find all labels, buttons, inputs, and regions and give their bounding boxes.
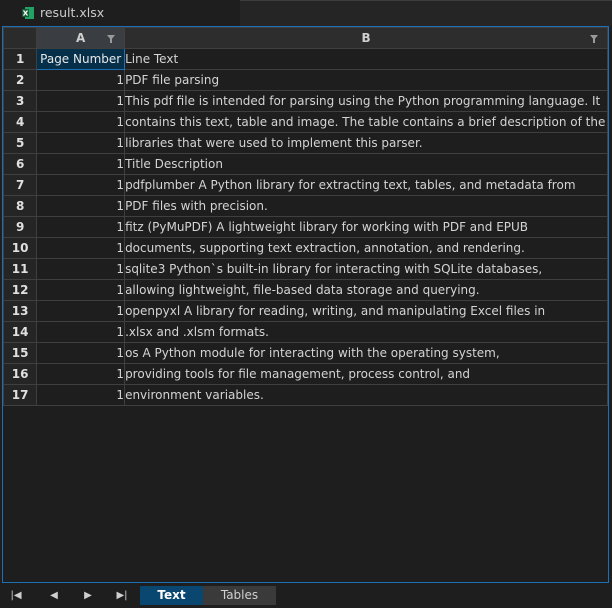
row-header[interactable]: 1 [2,48,38,70]
cell-page-number[interactable]: 1 [36,258,126,280]
table-row: 16 1 providing tools for file management, … [2,363,608,385]
table-row: 11 1 sqlite3 Python`s built-in library for… [2,258,608,280]
row-header[interactable]: 10 [2,237,38,259]
cell-page-number[interactable]: 1 [36,153,126,175]
row-header[interactable]: 6 [2,153,38,175]
column-letter: B [361,31,371,45]
cell-page-number[interactable]: 1 [36,342,126,364]
table-row: 5 1 libraries that were used to implement … [2,132,608,154]
row-header[interactable]: 15 [2,342,38,364]
row-header[interactable]: 2 [2,69,38,91]
cell-page-number[interactable]: 1 [36,384,126,406]
file-tab-result-xlsx[interactable]: result.xlsx [0,0,240,27]
row-header[interactable]: 14 [2,321,38,343]
row-header[interactable]: 3 [2,90,38,112]
cell-page-number[interactable]: 1 [36,300,126,322]
cell-page-number[interactable]: 1 [36,90,126,112]
cell-line-text[interactable]: fitz (PyMuPDF) A lightweight library for… [124,216,608,238]
excel-file-icon [22,7,34,19]
table-row: 14 1 .xlsx and .xlsm formats. [2,321,608,343]
cell-page-number[interactable]: 1 [36,111,126,133]
cell-page-number[interactable]: 1 [36,69,126,91]
cell-line-text[interactable]: openpyxl A library for reading, writing,… [124,300,608,322]
row-header[interactable]: 11 [2,258,38,280]
table-row: 15 1 os A Python module for interacting wi… [2,342,608,364]
cell-page-number[interactable]: 1 [36,174,126,196]
cell-line-text[interactable]: libraries that were used to implement th… [124,132,608,154]
selected-cell-a1[interactable]: Page Number [36,48,126,70]
cell-line-text[interactable]: PDF file parsing [124,69,608,91]
cell-line-text[interactable]: environment variables. [124,384,608,406]
column-letter: A [76,31,86,45]
table-row: 10 1 documents, supporting text extraction… [2,237,608,259]
cell-page-number[interactable]: 1 [36,279,126,301]
filter-icon[interactable] [590,35,598,43]
spreadsheet-grid[interactable]: A B 1 Page Number Line Text 2 1 PDF file pars… [2,26,609,583]
cell-page-number[interactable]: 1 [36,216,126,238]
row-header[interactable]: 16 [2,363,38,385]
sheet-tab-text[interactable]: Text [140,586,203,605]
tab-bar-divider [240,0,612,1]
cell-line-text[interactable]: pdfplumber A Python library for extracti… [124,174,608,196]
cell-page-number[interactable]: 1 [36,363,126,385]
row-header[interactable]: 5 [2,132,38,154]
table-row: 3 1 This pdf file is intended for parsing … [2,90,608,112]
row-header[interactable]: 12 [2,279,38,301]
sheet-tab-tables[interactable]: Tables [203,586,276,605]
cell-line-text[interactable]: documents, supporting text extraction, a… [124,237,608,259]
cell-line-text[interactable]: Title Description [124,153,608,175]
cell-line-text[interactable]: allowing lightweight, file-based data st… [124,279,608,301]
cell-line-text[interactable]: PDF files with precision. [124,195,608,217]
cell-line-text[interactable]: sqlite3 Python`s built-in library for in… [124,258,608,280]
row-header[interactable]: 17 [2,384,38,406]
table-row: 13 1 openpyxl A library for reading, writi… [2,300,608,322]
row-header[interactable]: 4 [2,111,38,133]
first-sheet-icon[interactable]: |◀ [9,589,23,603]
table-row: 1 Page Number Line Text [2,48,608,70]
cell-line-text[interactable]: os A Python module for interacting with … [124,342,608,364]
cell-page-number[interactable]: 1 [36,195,126,217]
last-sheet-icon[interactable]: ▶| [115,589,129,603]
column-header-a[interactable]: A [36,27,126,49]
row-header[interactable]: 7 [2,174,38,196]
cell-line-text[interactable]: .xlsx and .xlsm formats. [124,321,608,343]
sheet-tab-bar: |◀ ◀ ▶ ▶| Text Tables [0,583,612,608]
row-header[interactable]: 13 [2,300,38,322]
select-all-corner[interactable] [2,27,38,49]
cell-page-number[interactable]: 1 [36,321,126,343]
row-header[interactable]: 9 [2,216,38,238]
table-row: 9 1 fitz (PyMuPDF) A lightweight library f… [2,216,608,238]
file-tab-label: result.xlsx [40,5,105,20]
table-row: 4 1 contains this text, table and image. T… [2,111,608,133]
editor-tab-bar: result.xlsx [0,0,612,27]
table-row: 17 1 environment variables. [2,384,608,406]
filter-icon[interactable] [107,35,116,43]
cell-line-text[interactable]: providing tools for file management, pro… [124,363,608,385]
table-row: 7 1 pdfplumber A Python library for extrac… [2,174,608,196]
cell-line-text[interactable]: Line Text [124,48,608,70]
table-row: 2 1 PDF file parsing [2,69,608,91]
cell-line-text[interactable]: contains this text, table and image. The… [124,111,608,133]
table-row: 12 1 allowing lightweight, file-based data… [2,279,608,301]
cell-page-number[interactable]: 1 [36,132,126,154]
table-row: 6 1 Title Description [2,153,608,175]
next-sheet-icon[interactable]: ▶ [81,589,95,603]
row-header[interactable]: 8 [2,195,38,217]
previous-sheet-icon[interactable]: ◀ [47,589,61,603]
cell-page-number[interactable]: 1 [36,237,126,259]
cell-line-text[interactable]: This pdf file is intended for parsing us… [124,90,608,112]
sheet-table: A B 1 Page Number Line Text 2 1 PDF file pars… [2,27,608,406]
table-row: 8 1 PDF files with precision. [2,195,608,217]
column-header-b[interactable]: B [124,27,608,49]
